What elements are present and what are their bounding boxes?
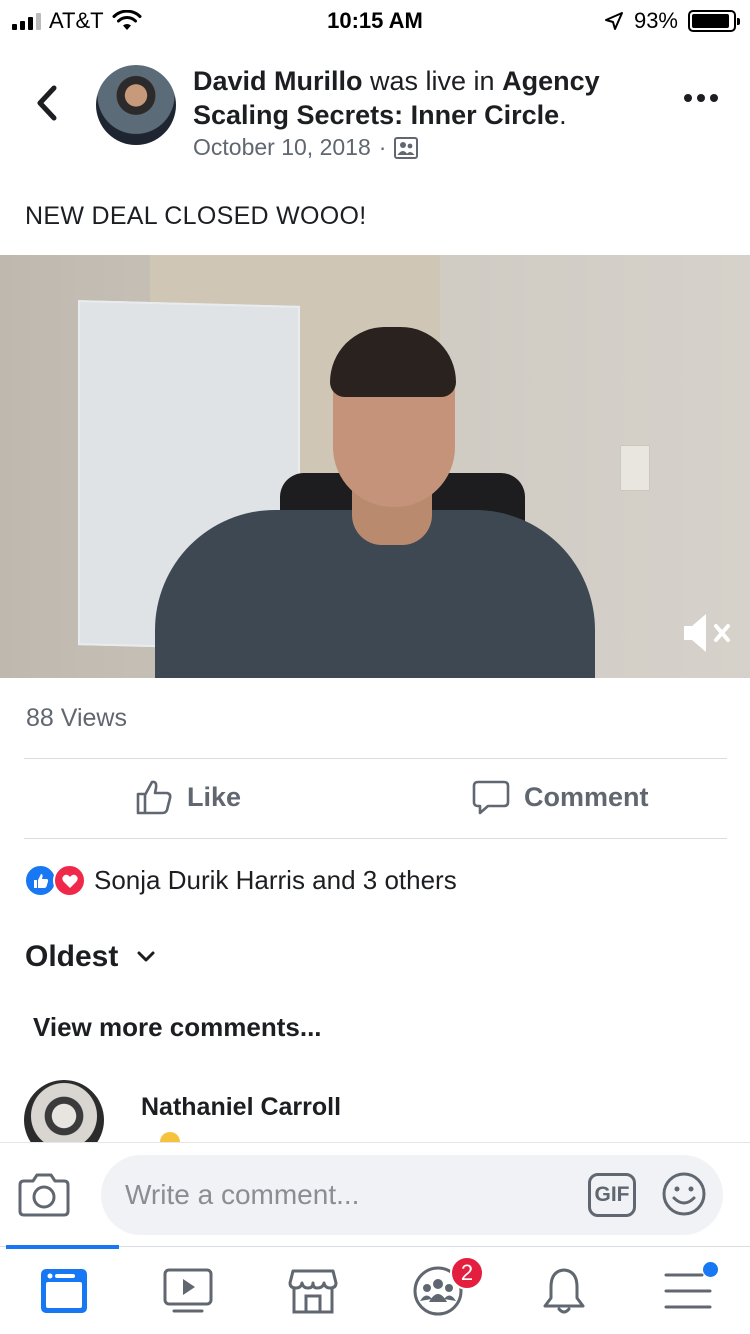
- comment-sort-dropdown[interactable]: Oldest: [25, 940, 156, 974]
- divider-top: [24, 758, 727, 759]
- view-more-comments-link[interactable]: View more comments...: [33, 1012, 322, 1043]
- like-button[interactable]: Like: [135, 778, 241, 816]
- commenter-name[interactable]: Nathaniel Carroll: [141, 1093, 341, 1122]
- love-reaction-icon: [53, 864, 86, 897]
- signal-strength-icon: [12, 12, 41, 30]
- live-video-player[interactable]: [0, 255, 750, 678]
- groups-notification-badge: 2: [450, 1256, 484, 1290]
- gif-button[interactable]: GIF: [588, 1173, 636, 1217]
- post-title: David Murillo was live in Agency Scaling…: [193, 64, 653, 132]
- more-options-icon[interactable]: [684, 94, 718, 102]
- comment-input[interactable]: [125, 1175, 565, 1215]
- title-period: .: [559, 100, 567, 130]
- carrier-label: AT&T: [49, 8, 104, 33]
- comment-label: Comment: [524, 781, 649, 812]
- active-tab-indicator: [6, 1245, 119, 1249]
- watch-icon[interactable]: [162, 1265, 214, 1317]
- author-name[interactable]: David Murillo: [193, 66, 363, 96]
- marketplace-icon[interactable]: [287, 1265, 339, 1317]
- post-date[interactable]: October 10, 2018: [193, 134, 371, 161]
- notifications-icon[interactable]: [538, 1265, 590, 1317]
- group-icon: [394, 136, 419, 159]
- author-avatar[interactable]: [96, 65, 176, 145]
- battery-percent: 93%: [633, 8, 678, 33]
- action-text: was live in: [362, 66, 503, 96]
- comment-button[interactable]: Comment: [472, 778, 649, 816]
- video-wall-outlet: [620, 445, 650, 491]
- comment-input-box[interactable]: GIF: [101, 1155, 723, 1235]
- post-meta: October 10, 2018 ·: [193, 134, 419, 161]
- meta-separator: ·: [378, 134, 387, 160]
- comment-bubble-icon: [472, 780, 510, 815]
- news-feed-icon[interactable]: [38, 1265, 90, 1317]
- view-count: 88 Views: [26, 704, 127, 732]
- bottom-tab-bar: [0, 1245, 750, 1334]
- emoji-smiley-icon[interactable]: [661, 1171, 707, 1217]
- camera-icon[interactable]: [18, 1171, 70, 1217]
- back-chevron-icon[interactable]: [30, 80, 64, 126]
- comment-composer: GIF: [0, 1142, 750, 1246]
- chevron-down-icon: [137, 951, 155, 962]
- reactions-names: Sonja Durik Harris and 3 others: [94, 865, 457, 895]
- sort-label: Oldest: [25, 940, 119, 973]
- location-arrow-icon: [604, 12, 623, 30]
- status-bar: AT&T 10:15 AM 93%: [0, 0, 750, 40]
- wifi-icon: [112, 10, 142, 30]
- speaker-muted-icon[interactable]: [680, 610, 734, 656]
- divider-bottom: [24, 838, 727, 839]
- like-label: Like: [187, 781, 242, 812]
- post-caption: NEW DEAL CLOSED WOOO!: [25, 202, 367, 230]
- thumbs-up-icon: [136, 780, 172, 815]
- battery-icon: [688, 10, 740, 32]
- menu-new-dot: [703, 1262, 718, 1277]
- reactions-summary[interactable]: Sonja Durik Harris and 3 others: [24, 864, 457, 897]
